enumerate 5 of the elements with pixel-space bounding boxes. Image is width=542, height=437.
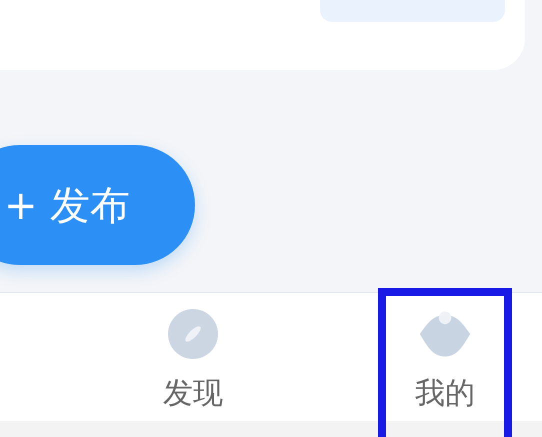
tab-item[interactable]: 发现 <box>123 293 263 421</box>
compass-icon <box>166 309 220 359</box>
profile-icon <box>418 309 472 359</box>
tab-item[interactable]: 我的 <box>378 293 512 421</box>
publish-button[interactable]: + 发布 <box>0 145 195 265</box>
